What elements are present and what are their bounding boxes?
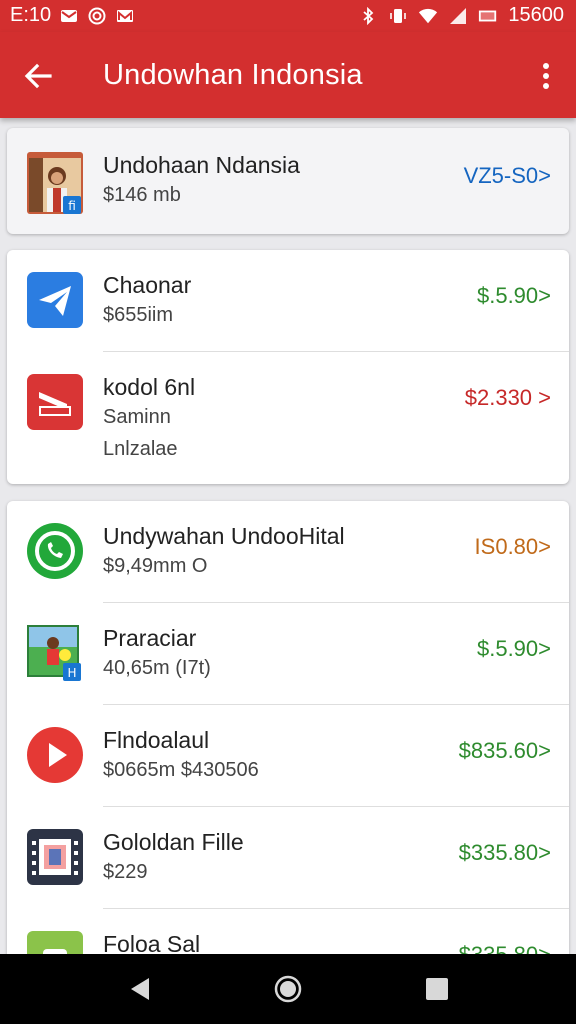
item-title: Gololdan Fille (103, 829, 244, 855)
app-list: fi Undohaan Ndansia $146 mb VZ5-S0> Chao… (0, 118, 576, 954)
app-card: Chaonar $655iim $.5.90> kodol 6nl Saminn… (7, 250, 569, 484)
item-title: Undohaan Ndansia (103, 152, 300, 178)
telegram-icon (27, 272, 83, 328)
item-subtitle: $229 (103, 861, 148, 883)
item-title: Praraciar (103, 625, 197, 651)
item-subtitle: Saminn (103, 406, 171, 428)
target-icon (87, 7, 107, 25)
list-item[interactable]: Undywahan UndooHital $9,49mm O IS0.80> (7, 501, 569, 603)
item-title: Flndoalaul (103, 727, 210, 753)
status-right-text: 15600 (508, 4, 564, 26)
item-subtitle: $0665m $430506 (103, 759, 259, 781)
photo-app-icon: fi (27, 152, 83, 214)
item-price[interactable]: $.5.90> (477, 283, 551, 309)
system-nav-bar (0, 954, 576, 1024)
page-title: Undowhan Indonsia (103, 59, 363, 91)
item-subtitle-secondary: Lnlzalae (103, 438, 178, 460)
list-item[interactable]: Gololdan Fille $229 $335.80> (7, 807, 569, 909)
item-title: kodol 6nl (103, 374, 196, 400)
more-vert-icon[interactable] (534, 56, 558, 96)
whatsapp-icon (27, 523, 83, 579)
list-item[interactable]: Foloa Sal $335.80> (7, 909, 569, 954)
svg-text:fi: fi (68, 199, 76, 213)
list-item[interactable]: kodol 6nl Saminn Lnlzalae $2.330 > (7, 352, 569, 484)
nav-home-icon[interactable] (273, 974, 303, 1004)
item-subtitle: $9,49mm O (103, 555, 208, 577)
wifi-icon (418, 7, 438, 25)
signal-icon (448, 7, 468, 25)
item-price[interactable]: $335.80> (459, 840, 551, 866)
game-photo-icon: H (27, 625, 83, 681)
list-item[interactable]: Flndoalaul $0665m $430506 $835.60> (7, 705, 569, 807)
app-card: Undywahan UndooHital $9,49mm O IS0.80> H… (7, 501, 569, 954)
svg-text:H: H (67, 666, 76, 680)
item-subtitle: 40,65m (I7t) (103, 657, 211, 679)
status-time: E:10 (10, 4, 52, 26)
item-title: Foloa Sal (103, 931, 201, 954)
item-subtitle: $655iim (103, 304, 174, 326)
list-item[interactable]: Chaonar $655iim $.5.90> (7, 250, 569, 352)
status-bar: E:10 15600 (0, 0, 576, 32)
list-item[interactable]: fi Undohaan Ndansia $146 mb VZ5-S0> (7, 130, 569, 232)
item-price[interactable]: $335.80> (459, 942, 551, 954)
nav-back-icon[interactable] (127, 974, 157, 1004)
arrow-back-icon[interactable] (20, 56, 60, 96)
item-price[interactable]: IS0.80> (475, 534, 551, 560)
item-price[interactable]: $2.330 > (465, 385, 551, 411)
android-icon (27, 931, 83, 954)
bluetooth-icon (358, 6, 378, 25)
nav-recents-icon[interactable] (422, 974, 452, 1004)
item-price[interactable]: $835.60> (459, 738, 551, 764)
item-price[interactable]: $.5.90> (477, 636, 551, 662)
item-price[interactable]: VZ5-S0> (464, 163, 551, 189)
play-icon (27, 727, 83, 783)
gmail-icon (115, 7, 135, 25)
mail-icon (59, 7, 79, 25)
list-item[interactable]: H Praraciar 40,65m (I7t) $.5.90> (7, 603, 569, 705)
item-title: Undywahan UndooHital (103, 523, 345, 549)
featured-card: fi Undohaan Ndansia $146 mb VZ5-S0> (7, 128, 569, 234)
film-icon (27, 829, 83, 885)
item-subtitle: $146 mb (103, 184, 181, 206)
item-title: Chaonar (103, 272, 192, 298)
app-toolbar: Undowhan Indonsia (0, 32, 576, 118)
battery-icon (478, 7, 498, 25)
red-app-icon (27, 374, 83, 430)
vibrate-icon (388, 7, 408, 25)
